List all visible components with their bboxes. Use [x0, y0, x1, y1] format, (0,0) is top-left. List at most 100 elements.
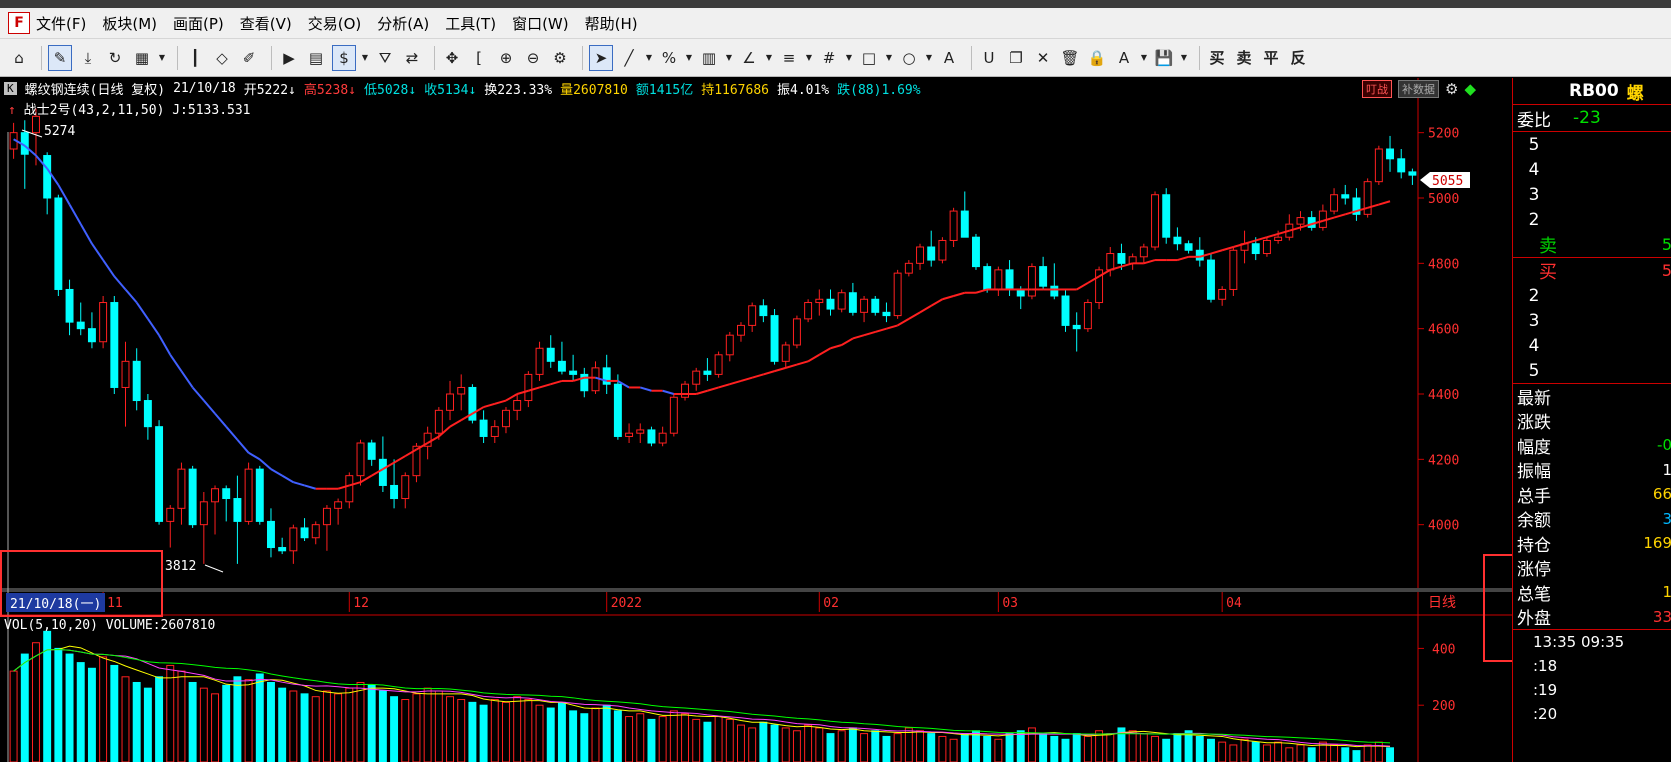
candle-body	[983, 266, 992, 290]
bid-level: 3	[1528, 310, 1540, 331]
ma-line-segment	[102, 259, 116, 277]
candle-body	[401, 475, 410, 500]
volume-bar	[591, 707, 600, 762]
y-tick-label: 4400	[1428, 388, 1459, 403]
candle-body	[815, 298, 824, 304]
highlight-box-right	[1483, 554, 1512, 662]
ma-line-segment	[158, 334, 172, 356]
vol-ma5-line	[13, 645, 1391, 748]
ma-line-segment	[505, 393, 518, 402]
volume-bar	[972, 730, 980, 762]
ma-line-segment	[1143, 259, 1156, 265]
ma-line-segment	[897, 318, 910, 327]
candle-body	[143, 400, 152, 428]
candle-body	[1139, 246, 1148, 258]
fill-data-button[interactable]: 补数据	[1398, 80, 1439, 98]
stat-value: 66	[1652, 485, 1671, 504]
candle-body	[244, 468, 253, 522]
volume-bar	[748, 727, 757, 762]
candle-body	[569, 370, 578, 375]
low-marker-line	[204, 564, 224, 573]
candle-body	[233, 498, 242, 522]
volume-bar	[893, 733, 902, 762]
vol-tick-label: 200	[1432, 699, 1455, 714]
candle-body	[278, 547, 287, 552]
instrument-title: 螺纹钢连续(日线 复权)	[24, 82, 166, 98]
ma-line-segment	[785, 363, 798, 369]
change-value: 跌(88)1.69%	[837, 82, 921, 98]
candle-body	[848, 292, 857, 313]
gear-icon[interactable]: ⚙	[1445, 80, 1458, 98]
ask-row: 3	[1513, 182, 1671, 207]
buy-value: 5	[1661, 261, 1671, 280]
stat-row: 幅度 -0	[1513, 433, 1671, 458]
stat-value: 1	[1662, 583, 1671, 601]
candle-body	[1386, 148, 1394, 160]
volume-bar	[1050, 735, 1059, 762]
volume-bar	[625, 716, 634, 762]
candle-body	[177, 468, 186, 509]
volume-bar	[490, 699, 499, 762]
volume-bar	[121, 676, 130, 762]
candle-body	[76, 321, 85, 330]
ma-line-segment	[852, 334, 865, 340]
stat-row: 总笔 1	[1513, 580, 1671, 605]
volume-bar	[356, 681, 365, 762]
vol-tick-label: 400	[1432, 642, 1455, 657]
ma-line-segment	[91, 243, 104, 261]
stat-value: 3	[1662, 510, 1671, 528]
ma-line-segment	[863, 330, 876, 337]
ma-line-segment	[796, 360, 809, 366]
up-arrow-icon: ↑	[8, 103, 16, 118]
volume-bar	[322, 690, 331, 762]
ma-line-segment	[135, 301, 149, 320]
candle-body	[625, 432, 634, 437]
ma-line-segment	[203, 399, 216, 415]
candle-body	[658, 432, 667, 444]
volume-bar	[267, 681, 275, 762]
candle-body	[345, 475, 354, 503]
candle-body	[1274, 236, 1283, 241]
ask-level: 2	[1528, 209, 1540, 230]
quote-panel: RB00 螺 委比 -23 5 4 3 2 卖 5 买 5 2 3 4 5 最新…	[1512, 78, 1671, 762]
ma-line-segment	[550, 379, 563, 386]
quote-title: RB00 螺	[1513, 78, 1671, 105]
x-tick-label: 03	[1002, 596, 1018, 611]
tick-row: :18	[1533, 657, 1558, 675]
ma-line-segment	[740, 376, 753, 382]
k-tag[interactable]: K	[4, 81, 17, 95]
candle-body	[904, 262, 913, 274]
volume-bar	[815, 727, 824, 762]
volume-bar	[703, 721, 712, 762]
volume-bar	[1274, 741, 1283, 762]
ma-line-segment	[953, 291, 966, 297]
x-tick-label: 11	[107, 596, 123, 611]
volume-bar	[681, 713, 689, 762]
volume-bar	[1195, 735, 1204, 762]
ask-level: 4	[1528, 159, 1540, 180]
price-tag-label: 5055	[1432, 174, 1463, 189]
candle-body	[972, 236, 980, 268]
ma-line-segment	[191, 386, 205, 402]
fight-button[interactable]: 叮战	[1362, 80, 1392, 98]
order-ratio-value: -23	[1573, 108, 1601, 128]
candle-body	[356, 442, 365, 477]
volume-bar	[580, 713, 589, 762]
volume-bar	[54, 647, 63, 762]
diamond-icon[interactable]: ◆	[1464, 80, 1476, 98]
ma-line-segment	[281, 474, 294, 484]
volume-bar	[759, 721, 768, 762]
bid-row: 4	[1513, 333, 1671, 358]
volume-bar	[334, 693, 343, 762]
ma-line-segment	[729, 379, 742, 386]
candle-body	[1061, 295, 1070, 326]
bid-row: 3	[1513, 308, 1671, 333]
ma-line-segment	[304, 484, 317, 490]
candle-body	[43, 155, 52, 199]
candle-body	[1296, 217, 1305, 225]
y-tick-label: 4000	[1428, 519, 1459, 534]
y-tick-label: 5200	[1428, 127, 1459, 142]
candle-body	[647, 429, 656, 444]
close-value: 收5134↓	[424, 82, 477, 98]
volume-bar	[1229, 744, 1238, 762]
